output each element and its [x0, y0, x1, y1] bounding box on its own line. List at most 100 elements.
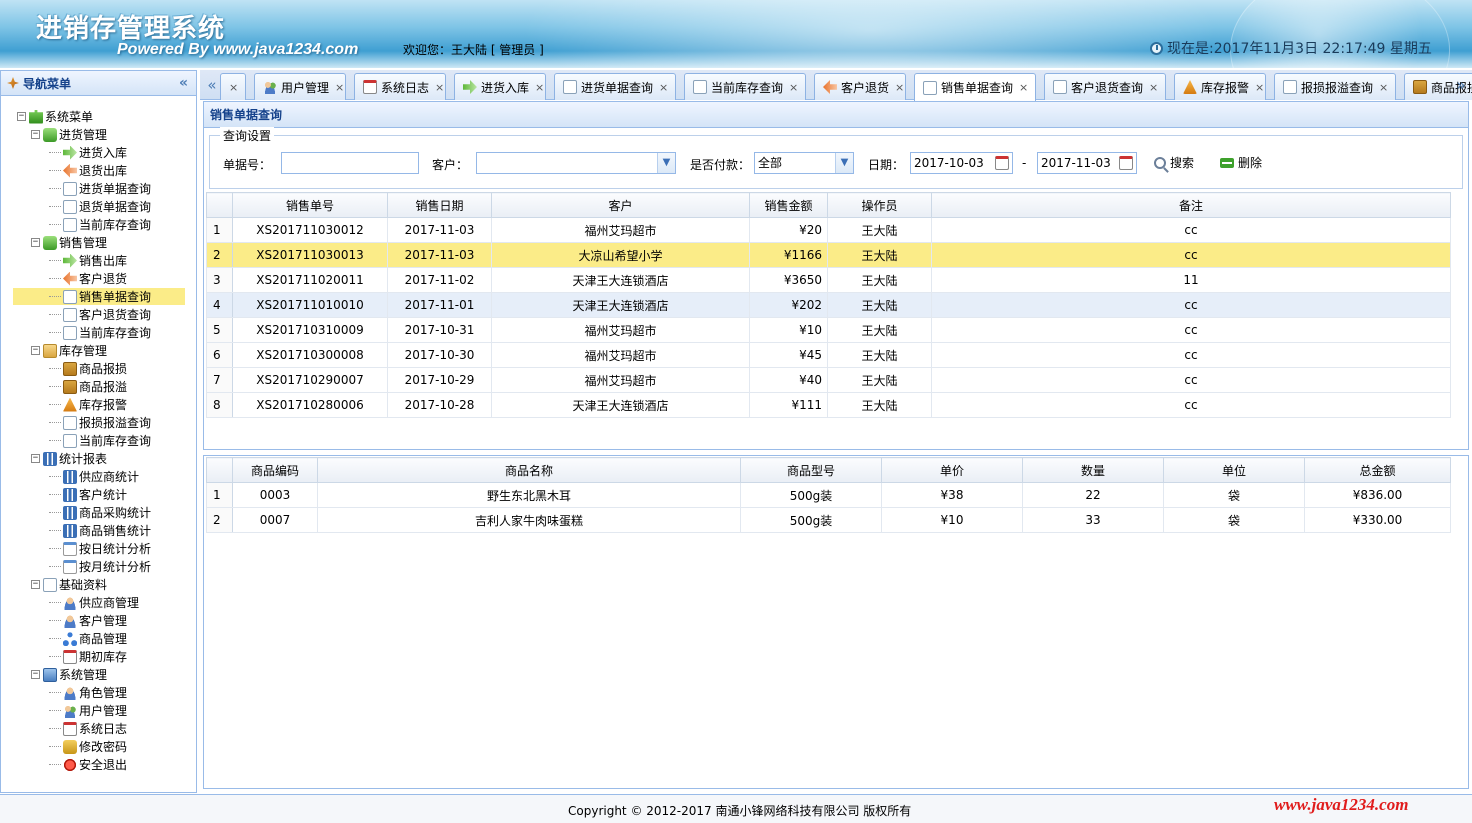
items-column-header[interactable]: 商品名称	[317, 457, 741, 483]
tree-toggle-icon[interactable]: −	[31, 454, 40, 463]
nav-item-21[interactable]: 客户统计	[49, 486, 127, 503]
close-icon[interactable]: ×	[659, 81, 668, 94]
order-row[interactable]: 7 XS201710290007 2017-10-29 福州艾玛超市 ¥40 王大陆 cc	[206, 367, 1451, 393]
close-icon[interactable]: ×	[789, 81, 798, 94]
orders-column-header[interactable]: 销售单号	[232, 192, 388, 218]
nav-item-22[interactable]: 商品采购统计	[49, 504, 151, 521]
orders-column-header[interactable]: 操作员	[827, 192, 932, 218]
nav-item-11[interactable]: 客户退货查询	[49, 306, 151, 323]
nav-item-8[interactable]: 销售出库	[49, 252, 127, 269]
tab-scroll-right-icon[interactable]: »	[1452, 74, 1470, 98]
order-row[interactable]: 1 XS201711030012 2017-11-03 福州艾玛超市 ¥20 王大陆 cc	[206, 217, 1451, 243]
order-row[interactable]: 2 XS201711030013 2017-11-03 大凉山希望小学 ¥1166 王大陆…	[206, 242, 1451, 268]
close-icon[interactable]: ×	[1019, 81, 1028, 94]
customer-combo[interactable]: ▼	[476, 152, 676, 174]
close-icon[interactable]: ×	[335, 81, 344, 94]
tree-toggle-icon[interactable]: −	[31, 346, 40, 355]
tab-10[interactable]: 报损报溢查询 ×	[1274, 73, 1396, 100]
close-icon[interactable]: ×	[1255, 81, 1264, 94]
items-column-header[interactable]: 单价	[881, 457, 1023, 483]
nav-item-4[interactable]: 进货单据查询	[49, 180, 151, 197]
nav-item-6[interactable]: 当前库存查询	[49, 216, 151, 233]
search-button[interactable]: 搜索	[1154, 154, 1194, 171]
nav-item-23[interactable]: 商品销售统计	[49, 522, 151, 539]
nav-item-18[interactable]: 当前库存查询	[49, 432, 151, 449]
close-icon[interactable]: ×	[1149, 81, 1158, 94]
nav-item-35[interactable]: 修改密码	[49, 738, 127, 755]
close-icon[interactable]: ×	[229, 81, 238, 94]
nav-item-10[interactable]: 销售单据查询	[13, 288, 185, 305]
nav-item-30[interactable]: 期初库存	[49, 648, 127, 665]
calendar-icon[interactable]	[994, 153, 1012, 173]
close-icon[interactable]: ×	[1379, 81, 1388, 94]
chevron-down-icon[interactable]: ▼	[657, 153, 675, 173]
delete-button[interactable]: 删除	[1220, 154, 1262, 171]
orders-column-header[interactable]: 销售日期	[387, 192, 492, 218]
nav-item-36[interactable]: 安全退出	[49, 756, 127, 773]
tree-toggle-icon[interactable]: −	[31, 238, 40, 247]
paid-select[interactable]: 全部 ▼	[754, 152, 854, 174]
nav-collapse-icon[interactable]: «	[179, 75, 188, 91]
tab-scroll-left-icon[interactable]: «	[203, 74, 221, 98]
items-column-header[interactable]: 总金额	[1304, 457, 1451, 483]
nav-item-9[interactable]: 客户退货	[49, 270, 127, 287]
tree-toggle-icon[interactable]: −	[17, 112, 26, 121]
tab-1[interactable]: 用户管理 ×	[254, 73, 346, 100]
item-row[interactable]: 2 0007 吉利人家牛肉味蛋糕 500g装 ¥10 33 袋 ¥330.00	[206, 507, 1451, 533]
nav-item-27[interactable]: 供应商管理	[49, 594, 139, 611]
nav-item-15[interactable]: 商品报溢	[49, 378, 127, 395]
order-row[interactable]: 6 XS201710300008 2017-10-30 福州艾玛超市 ¥45 王大陆 cc	[206, 342, 1451, 368]
nav-item-7[interactable]: − 销售管理	[31, 234, 107, 251]
items-column-header[interactable]: 单位	[1163, 457, 1305, 483]
order-row[interactable]: 5 XS201710310009 2017-10-31 福州艾玛超市 ¥10 王大陆 cc	[206, 317, 1451, 343]
date-from-field[interactable]: 2017-10-03	[910, 152, 1013, 174]
close-icon[interactable]: ×	[895, 81, 904, 94]
date-to-field[interactable]: 2017-11-03	[1037, 152, 1137, 174]
order-row[interactable]: 3 XS201711020011 2017-11-02 天津王大连锁酒店 ¥3650 王大…	[206, 267, 1451, 293]
tab-2[interactable]: 系统日志 ×	[354, 73, 446, 100]
nav-item-13[interactable]: − 库存管理	[31, 342, 107, 359]
nav-item-34[interactable]: 系统日志	[49, 720, 127, 737]
calendar-icon[interactable]	[1118, 153, 1136, 173]
tab-5[interactable]: 当前库存查询 ×	[684, 73, 806, 100]
nav-item-2[interactable]: 进货入库	[49, 144, 127, 161]
nav-item-31[interactable]: − 系统管理	[31, 666, 107, 683]
items-column-header[interactable]: 商品型号	[740, 457, 882, 483]
nav-item-14[interactable]: 商品报损	[49, 360, 127, 377]
close-icon[interactable]: ×	[535, 81, 544, 94]
nav-item-28[interactable]: 客户管理	[49, 612, 127, 629]
nav-item-0[interactable]: − 系统菜单	[17, 108, 93, 125]
orders-column-header[interactable]: 客户	[491, 192, 750, 218]
nav-item-29[interactable]: 商品管理	[49, 630, 127, 647]
tab-3[interactable]: 进货入库 ×	[454, 73, 546, 100]
close-icon[interactable]: ×	[435, 81, 444, 94]
tree-toggle-icon[interactable]: −	[31, 130, 40, 139]
nav-item-26[interactable]: − 基础资料	[31, 576, 107, 593]
nav-item-32[interactable]: 角色管理	[49, 684, 127, 701]
items-column-header[interactable]: 数量	[1022, 457, 1164, 483]
nav-item-24[interactable]: 按日统计分析	[49, 540, 151, 557]
tree-toggle-icon[interactable]: −	[31, 670, 40, 679]
nav-item-19[interactable]: − 统计报表	[31, 450, 107, 467]
tab-8[interactable]: 客户退货查询 ×	[1044, 73, 1166, 100]
nav-item-33[interactable]: 用户管理	[49, 702, 127, 719]
tab-7[interactable]: 销售单据查询 ×	[914, 73, 1036, 101]
nav-item-17[interactable]: 报损报溢查询	[49, 414, 151, 431]
chevron-down-icon[interactable]: ▼	[835, 153, 853, 173]
order-no-input[interactable]	[281, 152, 419, 174]
items-column-header[interactable]: 商品编码	[232, 457, 318, 483]
tab-9[interactable]: 库存报警 ×	[1174, 73, 1266, 100]
nav-item-5[interactable]: 退货单据查询	[49, 198, 151, 215]
item-row[interactable]: 1 0003 野生东北黑木耳 500g装 ¥38 22 袋 ¥836.00	[206, 482, 1451, 508]
tab-0[interactable]: ×	[220, 73, 246, 100]
order-row[interactable]: 4 XS201711010010 2017-11-01 天津王大连锁酒店 ¥202 王大陆…	[206, 292, 1451, 318]
nav-item-1[interactable]: − 进货管理	[31, 126, 107, 143]
tab-6[interactable]: 客户退货 ×	[814, 73, 906, 100]
orders-column-header[interactable]: 备注	[931, 192, 1451, 218]
tab-4[interactable]: 进货单据查询 ×	[554, 73, 676, 100]
nav-item-16[interactable]: 库存报警	[49, 396, 127, 413]
nav-item-3[interactable]: 退货出库	[49, 162, 127, 179]
orders-column-header[interactable]: 销售金额	[749, 192, 828, 218]
tree-toggle-icon[interactable]: −	[31, 580, 40, 589]
nav-item-12[interactable]: 当前库存查询	[49, 324, 151, 341]
